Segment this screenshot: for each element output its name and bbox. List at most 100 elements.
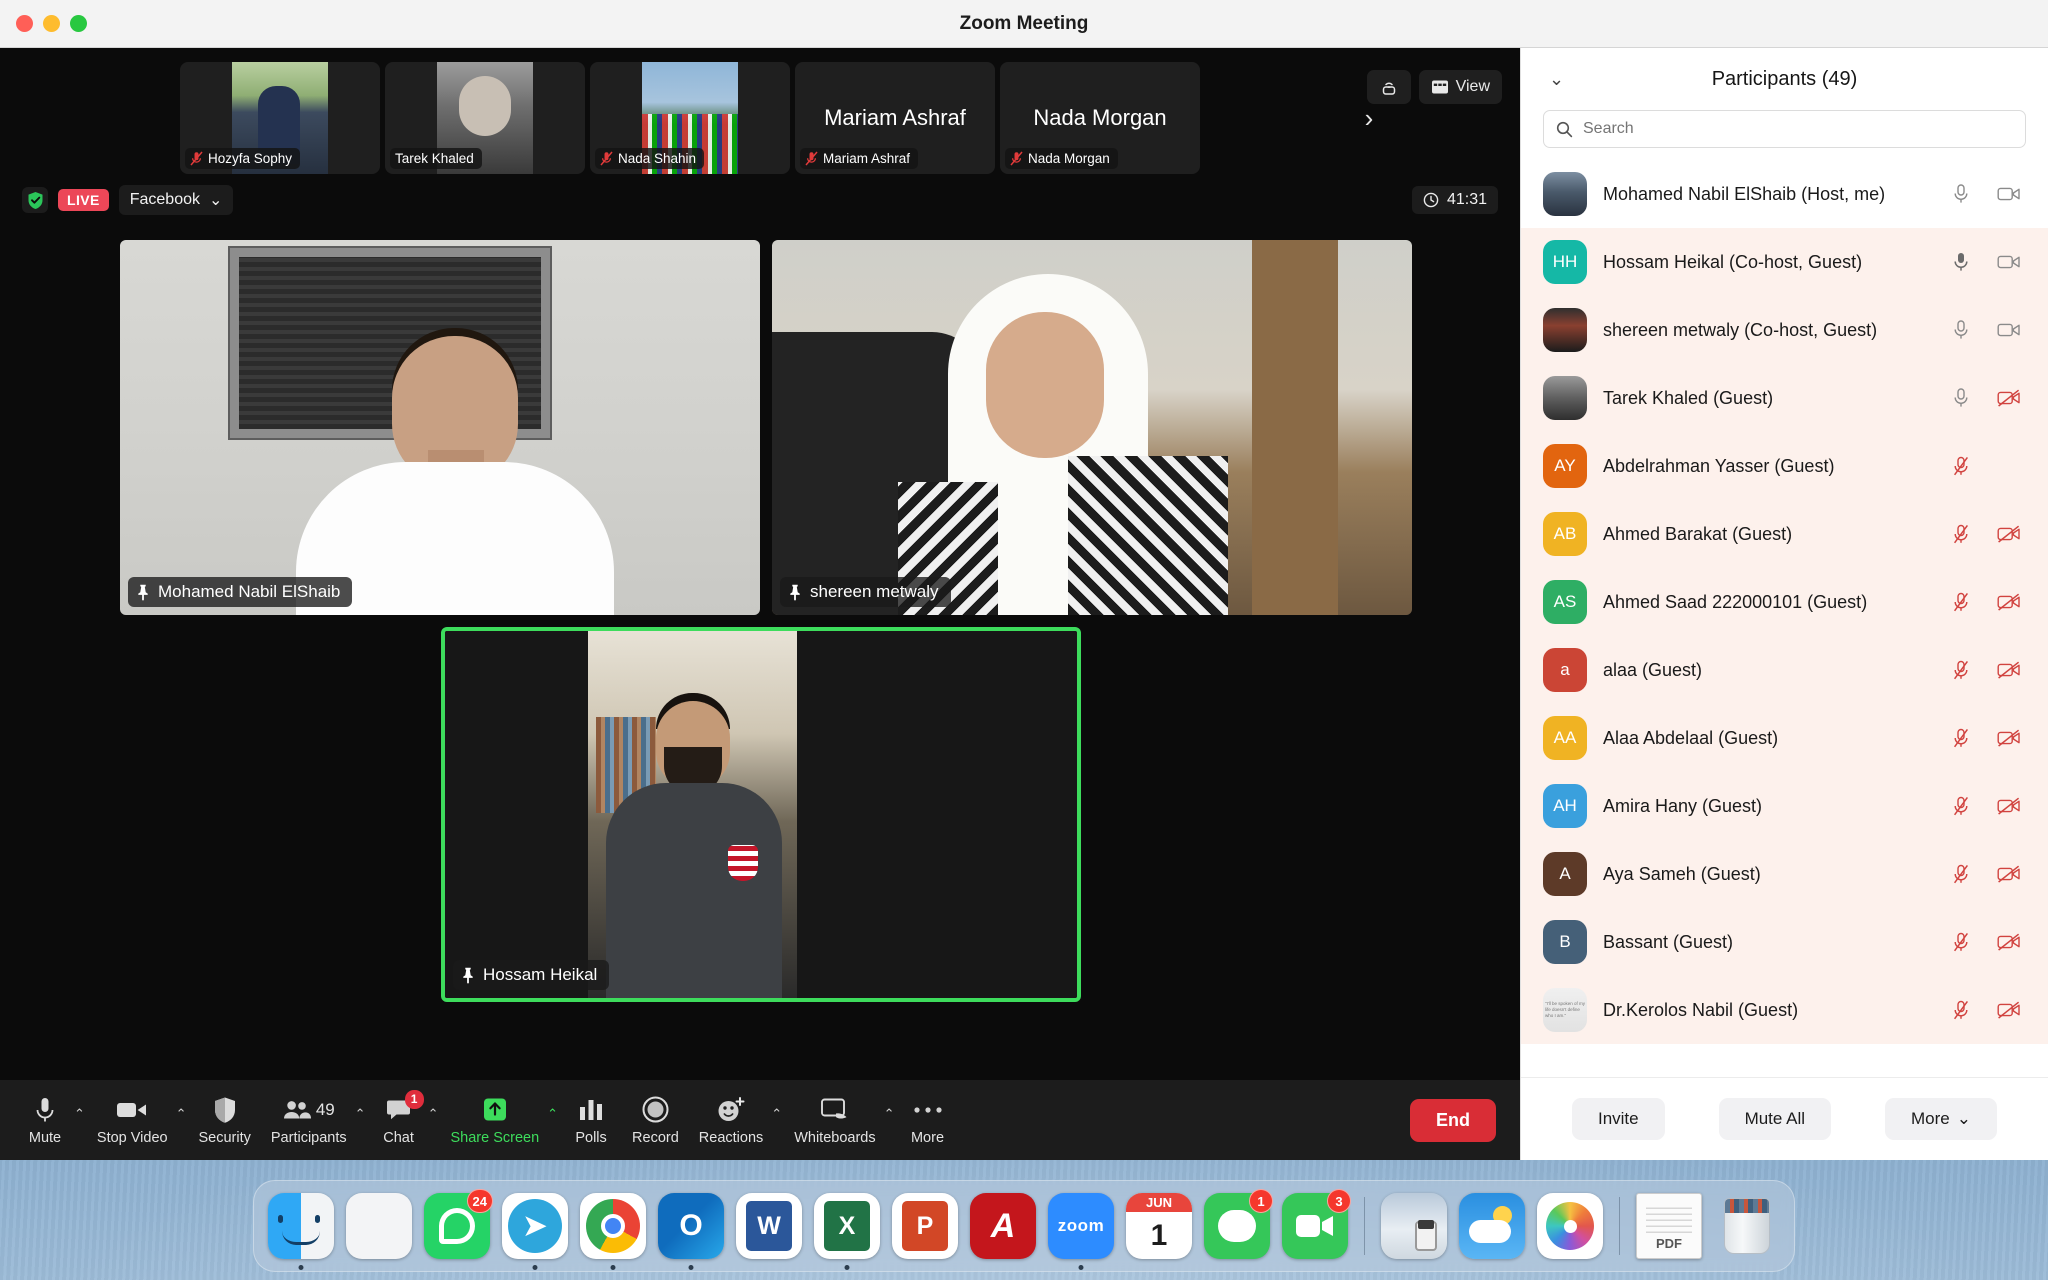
invite-button[interactable]: Invite bbox=[1571, 1098, 1665, 1140]
dock-item-telegram[interactable]: ➤ bbox=[500, 1191, 570, 1270]
dock-item-word[interactable]: W bbox=[734, 1191, 804, 1261]
participant-camera-status[interactable] bbox=[1996, 657, 2022, 683]
video-tile-mohamed-nabil-elshaib[interactable]: Mohamed Nabil ElShaib bbox=[120, 240, 760, 615]
toolbar-button-label: Share Screen bbox=[450, 1129, 540, 1146]
participant-row[interactable]: AH Amira Hany (Guest) bbox=[1521, 772, 2048, 840]
mute-all-button[interactable]: Mute All bbox=[1718, 1098, 1832, 1140]
toolbar-button-share-screen[interactable]: Share Screen bbox=[440, 1087, 549, 1153]
participant-camera-status[interactable] bbox=[1996, 317, 2022, 343]
participant-mic-status[interactable] bbox=[1948, 793, 1974, 819]
filmstrip-tile-mariam-ashraf[interactable]: Mariam Ashraf Mariam Ashraf bbox=[795, 62, 995, 174]
participant-camera-status[interactable] bbox=[1996, 725, 2022, 751]
participant-row[interactable]: AY Abdelrahman Yasser (Guest) bbox=[1521, 432, 2048, 500]
dock-item-calendar[interactable]: JUN 1 bbox=[1124, 1191, 1194, 1261]
participant-mic-status[interactable] bbox=[1948, 453, 1974, 479]
stream-platform-selector[interactable]: Facebook ⌄ bbox=[118, 185, 234, 215]
participant-mic-status[interactable] bbox=[1948, 861, 1974, 887]
participant-camera-status[interactable] bbox=[1996, 861, 2022, 887]
dock-item-launchpad[interactable] bbox=[344, 1191, 414, 1261]
dock-badge: 24 bbox=[466, 1189, 493, 1213]
filmstrip-tile-hozyfa-sophy[interactable]: Hozyfa Sophy bbox=[180, 62, 380, 174]
participant-row[interactable]: HH Hossam Heikal (Co-host, Guest) bbox=[1521, 228, 2048, 296]
video-tile-name-text: shereen metwaly bbox=[810, 582, 939, 601]
video-tile-shereen-metwaly[interactable]: shereen metwaly bbox=[772, 240, 1412, 615]
toolbar-button-chat[interactable]: 1 Chat bbox=[368, 1087, 430, 1153]
participant-row[interactable]: AB Ahmed Barakat (Guest) bbox=[1521, 500, 2048, 568]
speaker-view-icon[interactable] bbox=[1366, 70, 1411, 104]
dock-item-whatsapp[interactable]: 24 bbox=[422, 1189, 493, 1261]
participant-camera-status[interactable] bbox=[1996, 793, 2022, 819]
participant-mic-status[interactable] bbox=[1948, 249, 1974, 275]
participant-mic-status[interactable] bbox=[1948, 589, 1974, 615]
toolbar-button-whiteboards[interactable]: Whiteboards bbox=[784, 1087, 885, 1153]
participant-mic-status[interactable] bbox=[1948, 181, 1974, 207]
participant-row[interactable]: shereen metwaly (Co-host, Guest) bbox=[1521, 296, 2048, 364]
participant-name: Amira Hany (Guest) bbox=[1603, 795, 1763, 816]
participant-name: alaa (Guest) bbox=[1603, 659, 1703, 680]
dock-item-zoom[interactable]: zoom bbox=[1046, 1191, 1116, 1270]
participant-row[interactable]: AA Alaa Abdelaal (Guest) bbox=[1521, 704, 2048, 772]
dock-item-powerpoint[interactable]: P bbox=[890, 1191, 960, 1261]
filmstrip-tile-nada-shahin[interactable]: Nada Shahin bbox=[590, 62, 790, 174]
end-meeting-button[interactable]: End bbox=[1410, 1098, 1496, 1142]
filmstrip-tile-nada-morgan[interactable]: Nada Morgan Nada Morgan bbox=[1000, 62, 1200, 174]
view-button[interactable]: View bbox=[1418, 70, 1502, 104]
toolbar-button-reactions[interactable]: Reactions bbox=[689, 1087, 773, 1153]
participant-mic-status[interactable] bbox=[1948, 521, 1974, 547]
dock-item-messages[interactable]: 1 bbox=[1202, 1189, 1273, 1261]
participant-avatar: AB bbox=[1543, 512, 1587, 556]
participant-row[interactable]: Mohamed Nabil ElShaib (Host, me) bbox=[1521, 160, 2048, 228]
participant-camera-status[interactable] bbox=[1996, 181, 2022, 207]
participant-mic-status[interactable] bbox=[1948, 385, 1974, 411]
participant-camera-status[interactable] bbox=[1996, 385, 2022, 411]
participant-camera-status[interactable] bbox=[1996, 521, 2022, 547]
participant-status-icons bbox=[1948, 725, 2022, 751]
panel-more-button[interactable]: More ⌄ bbox=[1885, 1098, 1997, 1140]
dock-item-outlook[interactable]: O bbox=[656, 1191, 726, 1270]
collapse-panel-chevron-icon[interactable]: ⌄ bbox=[1549, 69, 1564, 90]
dock-item-pdf-file[interactable]: PDF bbox=[1634, 1191, 1704, 1261]
dock-item-weather[interactable] bbox=[1457, 1191, 1527, 1261]
share-screen-icon bbox=[480, 1095, 510, 1125]
toolbar-button-stop-video[interactable]: Stop Video bbox=[87, 1087, 178, 1153]
participant-camera-status[interactable] bbox=[1996, 997, 2022, 1023]
participant-mic-status[interactable] bbox=[1948, 317, 1974, 343]
toolbar-button-polls[interactable]: Polls bbox=[560, 1087, 622, 1153]
toolbar-button-mute[interactable]: Mute bbox=[14, 1087, 76, 1153]
participants-list[interactable]: Mohamed Nabil ElShaib (Host, me) HH Hossam… bbox=[1521, 160, 2048, 1078]
video-tile-name-label: shereen metwaly bbox=[780, 577, 951, 607]
participant-row[interactable]: B Bassant (Guest) bbox=[1521, 908, 2048, 976]
toolbar-button-more[interactable]: More bbox=[897, 1087, 959, 1153]
participant-status-icons bbox=[1948, 657, 2022, 683]
dock-item-photos[interactable] bbox=[1535, 1191, 1605, 1261]
participant-camera-status[interactable] bbox=[1996, 453, 2022, 479]
participant-row[interactable]: AS Ahmed Saad 222000101 (Guest) bbox=[1521, 568, 2048, 636]
participant-row[interactable]: "I'll be spoken of my life doesn't defin… bbox=[1521, 976, 2048, 1044]
participant-mic-status[interactable] bbox=[1948, 725, 1974, 751]
dock-item-chrome[interactable] bbox=[578, 1191, 648, 1270]
dock-item-acrobat[interactable]: A bbox=[968, 1191, 1038, 1261]
dock-item-facetime[interactable]: 3 bbox=[1280, 1189, 1351, 1261]
participant-row[interactable]: Tarek Khaled (Guest) bbox=[1521, 364, 2048, 432]
participant-camera-status[interactable] bbox=[1996, 589, 2022, 615]
participant-mic-status[interactable] bbox=[1948, 657, 1974, 683]
toolbar-button-security[interactable]: Security bbox=[189, 1087, 261, 1153]
participants-search-box[interactable] bbox=[1543, 110, 2026, 148]
participant-row[interactable]: A Aya Sameh (Guest) bbox=[1521, 840, 2048, 908]
dock-item-finder[interactable] bbox=[266, 1191, 336, 1270]
participant-mic-status[interactable] bbox=[1948, 929, 1974, 955]
participant-mic-status[interactable] bbox=[1948, 997, 1974, 1023]
mic-muted-icon bbox=[1953, 524, 1969, 544]
dock-item-trash[interactable] bbox=[1712, 1191, 1782, 1261]
toolbar-button-record[interactable]: Record bbox=[622, 1087, 689, 1153]
video-tile-hossam-heikal-active-speaker[interactable]: Hossam Heikal bbox=[441, 627, 1081, 1002]
participant-camera-status[interactable] bbox=[1996, 929, 2022, 955]
mic-muted-icon bbox=[190, 151, 203, 166]
dock-item-preview[interactable] bbox=[1379, 1191, 1449, 1261]
participant-camera-status[interactable] bbox=[1996, 249, 2022, 275]
toolbar-button-participants[interactable]: 49 Participants bbox=[261, 1087, 357, 1153]
participants-search-input[interactable] bbox=[1583, 120, 2013, 138]
filmstrip-tile-tarek-khaled[interactable]: Tarek Khaled bbox=[385, 62, 585, 174]
dock-item-excel[interactable]: X bbox=[812, 1191, 882, 1270]
participant-row[interactable]: a alaa (Guest) bbox=[1521, 636, 2048, 704]
